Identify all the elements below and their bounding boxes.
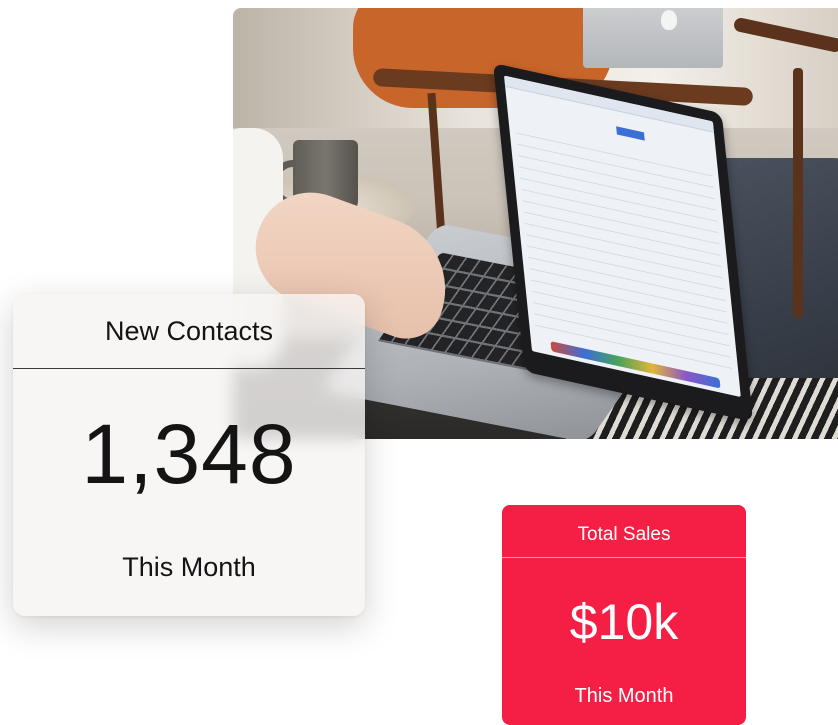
- new-contacts-title: New Contacts: [104, 316, 274, 346]
- card-divider: [13, 368, 365, 369]
- photo-second-laptop: [583, 8, 723, 68]
- card-divider: [502, 557, 746, 558]
- apple-logo-icon: [661, 10, 677, 30]
- new-contacts-card: New Contacts 1,348 This Month: [13, 294, 365, 616]
- display-table-rows: [514, 122, 733, 376]
- total-sales-title: Total Sales: [577, 524, 671, 545]
- total-sales-value: $10k: [569, 594, 679, 650]
- photo-laptop-screen: [493, 63, 754, 422]
- photo-chair-leg: [793, 68, 803, 318]
- display-button: [616, 126, 645, 141]
- total-sales-period: This Month: [574, 685, 674, 707]
- marketing-stage: New Contacts 1,348 This Month Total Sale…: [0, 0, 838, 725]
- photo-laptop-display: [503, 75, 741, 398]
- total-sales-card: Total Sales $10k This Month: [502, 505, 746, 725]
- new-contacts-period: This Month: [122, 552, 256, 582]
- new-contacts-value: 1,348: [81, 407, 297, 501]
